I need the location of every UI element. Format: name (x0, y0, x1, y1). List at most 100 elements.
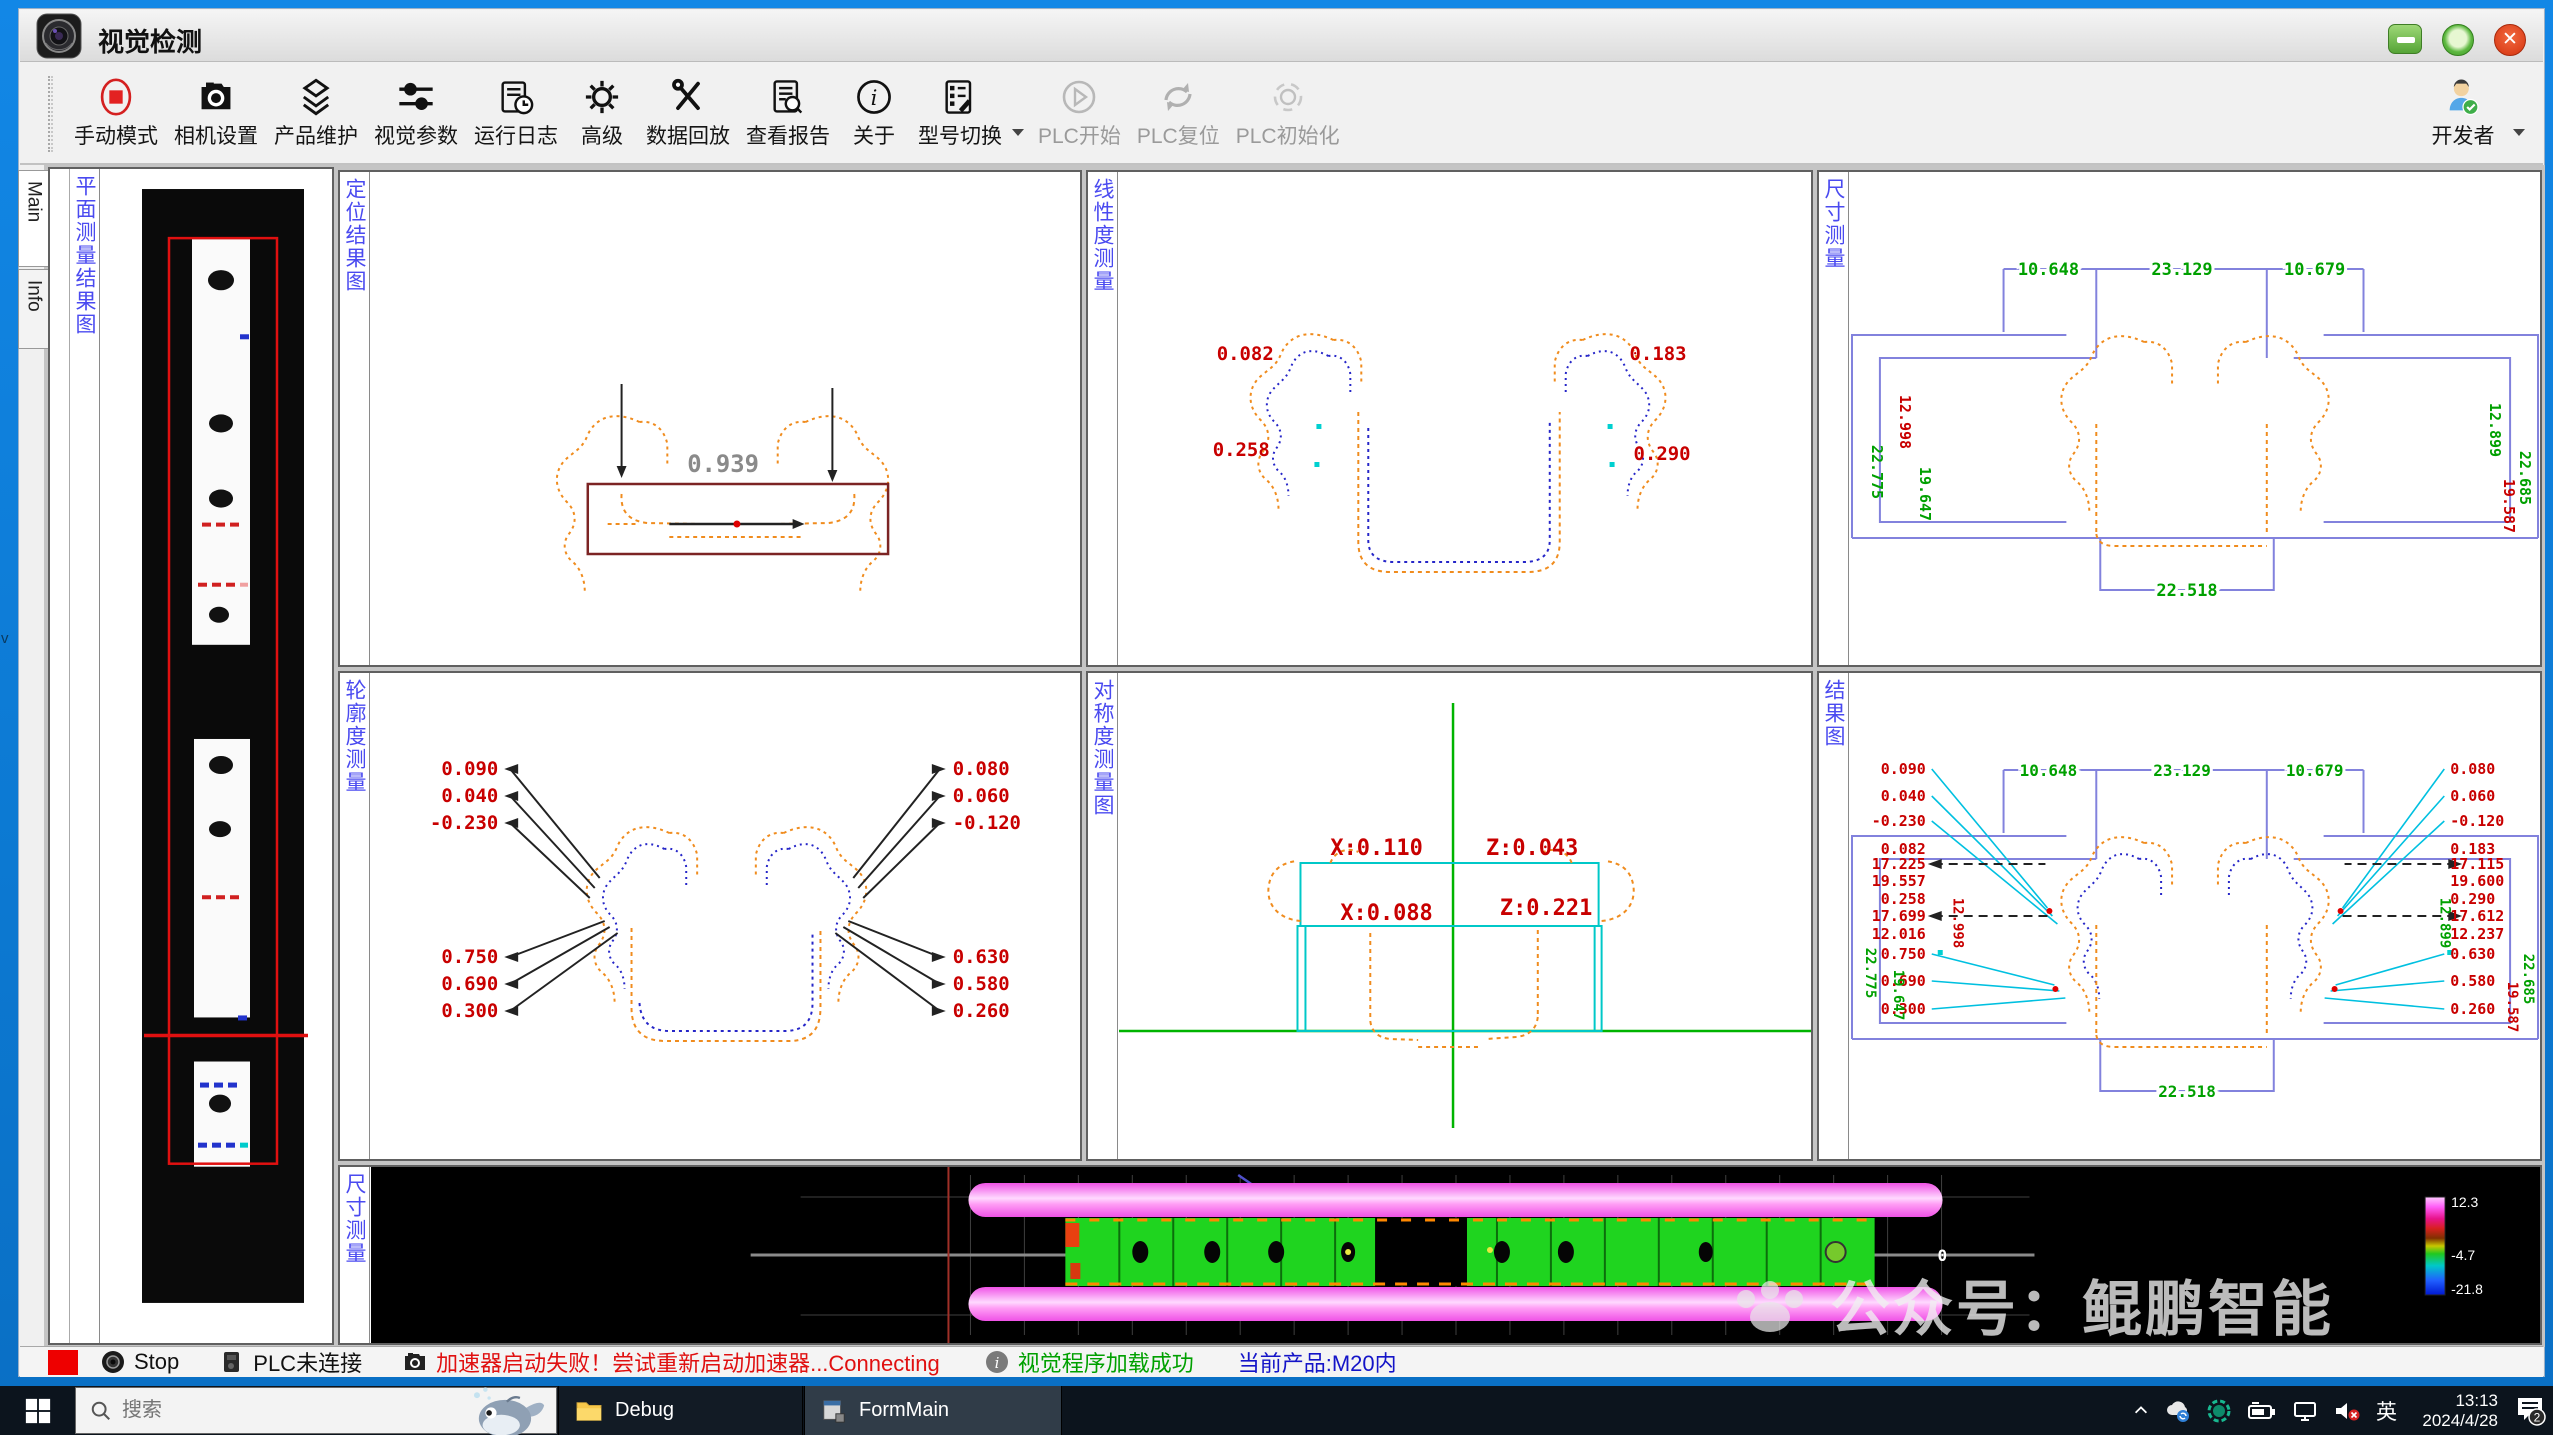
gear-icon (581, 76, 623, 118)
result-value: 0.750 (1881, 945, 1926, 963)
user-check-icon (2442, 76, 2484, 118)
scan3d-canvas: 0 12.3 -4.7 -21.8 (371, 1167, 2540, 1343)
window-edge-marker: v (1, 630, 9, 647)
system-tray: 英 13:13 2024/4/28 2 (2132, 1386, 2547, 1435)
profile-value: 0.690 (441, 973, 498, 995)
notification-badge-icon[interactable]: 2 (2513, 1395, 2547, 1427)
tray-chevron-icon[interactable] (2132, 1402, 2150, 1420)
maximize-button[interactable] (2442, 24, 2474, 56)
dim-value: 19.647 (1916, 467, 1934, 521)
search-icon (90, 1400, 112, 1422)
battery-icon[interactable] (2247, 1399, 2277, 1423)
dim-value: 12.998 (1896, 395, 1914, 449)
panel-title-linearity: 线性度测量 (1088, 172, 1118, 665)
result-value: 17.115 (2450, 855, 2504, 873)
start-button[interactable] (0, 1386, 75, 1435)
panel-linearity: 线性度测量 0.082 0.183 0.258 0.290 (1086, 170, 1813, 667)
report-magnifier-icon (767, 76, 809, 118)
result-value: 0.060 (2450, 787, 2495, 805)
result-dim: 19.587 (2504, 982, 2520, 1033)
result-value: -0.230 (1872, 812, 1926, 830)
tab-main[interactable]: Main (18, 170, 48, 267)
ime-indicator[interactable]: 英 (2376, 1396, 2397, 1426)
developer-caret[interactable] (2513, 129, 2525, 136)
taskbar-item-formmain[interactable]: FormMain (804, 1386, 1062, 1435)
dim-value: 10.679 (2284, 260, 2345, 280)
toolbar-button-view-report[interactable]: 查看报告 (738, 65, 838, 161)
result-dim: 10.679 (2286, 761, 2344, 780)
profile-value: 0.300 (441, 1000, 498, 1022)
folder-icon (575, 1399, 603, 1423)
toolbar-button-manual-mode[interactable]: 手动模式 (66, 65, 166, 161)
green-status-icon[interactable] (2206, 1398, 2232, 1424)
network-monitor-icon[interactable] (2292, 1398, 2318, 1424)
toolbar-button-run-log[interactable]: 运行日志 (466, 65, 566, 161)
dim-value: 22.518 (2156, 581, 2217, 601)
symmetry-canvas: X:0.110 Z:0.043 X:0.088 Z:0.221 (1119, 673, 1811, 1159)
panel-3d-scan: 尺寸测量 (338, 1165, 2542, 1345)
lens-icon (100, 1349, 126, 1375)
toolbar-button-plc-start[interactable]: PLC开始 (1030, 65, 1129, 161)
cloud-sync-icon[interactable] (2165, 1398, 2191, 1424)
form-window-icon (821, 1398, 847, 1424)
linearity-canvas: 0.082 0.183 0.258 0.290 (1119, 172, 1811, 665)
toolbar-button-camera-settings[interactable]: 相机设置 (166, 65, 266, 161)
result-value: 19.600 (2450, 872, 2504, 890)
result-value: 17.225 (1872, 855, 1926, 873)
badge-count: 2 (2534, 1410, 2541, 1424)
dimension-canvas: 10.648 23.129 10.679 22.518 12.998 22.77… (1850, 172, 2540, 665)
linearity-value: 0.290 (1634, 443, 1691, 465)
status-plc: PLC未连接 (219, 1346, 362, 1378)
stop-record-icon (95, 76, 137, 118)
dim-value: 22.775 (1868, 445, 1886, 499)
result-value: 17.612 (2450, 907, 2504, 925)
toolbar-button-product-maintenance[interactable]: 产品维护 (266, 65, 366, 161)
profile-canvas: 0.090 0.040 -0.230 0.750 0.690 0.300 0.0… (371, 673, 1080, 1159)
toolbar-button-about[interactable]: i 关于 (838, 65, 910, 161)
minimize-button[interactable] (2388, 24, 2422, 54)
tools-icon (667, 76, 709, 118)
result-value: 0.090 (1881, 760, 1926, 778)
toolbar-button-vision-params[interactable]: 视觉参数 (366, 65, 466, 161)
status-success: i 视觉程序加载成功 (984, 1346, 1194, 1378)
title-bar: 视觉检测 ✕ (20, 10, 2543, 62)
result-dim: 12.998 (1950, 898, 1966, 949)
symmetry-value: Z:0.043 (1486, 836, 1578, 861)
info-icon: i (853, 76, 895, 118)
dim-value: 19.587 (2500, 479, 2518, 533)
toolstrip-overflow-caret[interactable] (1012, 129, 1024, 136)
fish-mascot-icon (457, 1384, 552, 1435)
panel-positioning: 定位结果图 0.939 (338, 170, 1082, 667)
toolbar-button-plc-reset[interactable]: PLC复位 (1129, 65, 1228, 161)
layers-icon (295, 76, 337, 118)
taskbar-search[interactable] (75, 1387, 557, 1434)
app-icon (36, 13, 82, 59)
window-title: 视觉检测 (98, 22, 202, 59)
linearity-value: 0.082 (1217, 343, 1274, 365)
result-value: 0.040 (1881, 787, 1926, 805)
taskbar: Debug FormMain 英 13:13 2024/4/28 2 (0, 1386, 2553, 1435)
taskbar-clock[interactable]: 13:13 2024/4/28 (2412, 1391, 2498, 1431)
close-button[interactable]: ✕ (2494, 24, 2526, 56)
taskbar-item-debug[interactable]: Debug (558, 1386, 803, 1435)
profile-value: -0.230 (430, 812, 498, 834)
search-input[interactable] (122, 1399, 372, 1422)
profile-value: 0.630 (953, 946, 1010, 968)
toolbar-button-data-replay[interactable]: 数据回放 (638, 65, 738, 161)
linearity-value: 0.183 (1630, 343, 1687, 365)
toolbar-button-advanced[interactable]: 高级 (566, 65, 638, 161)
toolbar: 手动模式 相机设置 产品维护 视觉参数 运行日志 高级 数据回放 查看报告 i … (20, 62, 2543, 165)
profile-value: 0.080 (953, 758, 1010, 780)
toolbar-button-developer[interactable]: 开发者 (2415, 65, 2511, 161)
toolbar-button-model-switch[interactable]: 型号切换 (910, 65, 1010, 161)
symmetry-value: X:0.088 (1340, 901, 1432, 926)
status-red-indicator (48, 1350, 78, 1375)
speaker-muted-icon[interactable] (2333, 1398, 2361, 1424)
result-dim: 22.775 (1862, 948, 1878, 999)
status-error: 加速器启动失败！尝试重新启动加速器...Connecting (402, 1346, 940, 1378)
sliders-icon (395, 76, 437, 118)
result-value: -0.120 (2450, 812, 2504, 830)
tab-info[interactable]: Info (18, 269, 48, 349)
toolbar-grip (48, 76, 53, 152)
toolbar-button-plc-init[interactable]: PLC初始化 (1228, 65, 1348, 161)
